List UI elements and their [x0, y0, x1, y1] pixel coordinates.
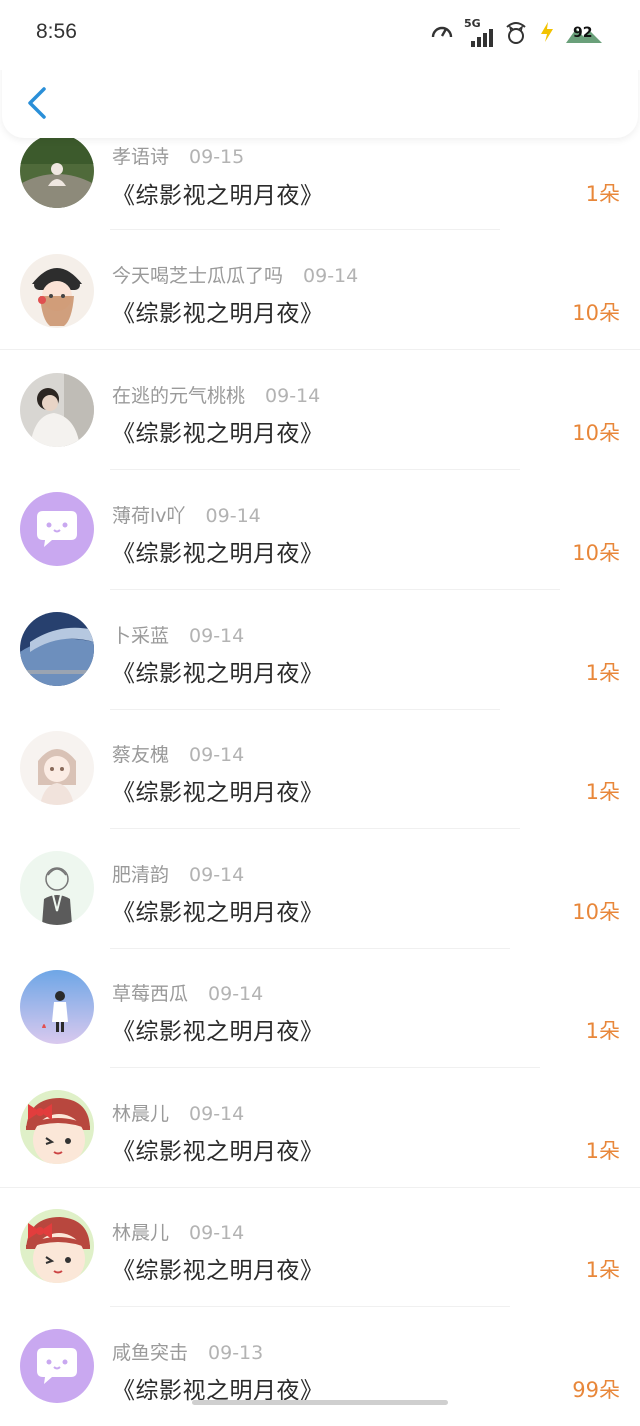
charging-icon: [538, 20, 556, 48]
list-item[interactable]: 薄荷lv吖 09-14 《综影视之明月夜》 10朵: [0, 470, 640, 590]
user-name: 林晨儿: [112, 1222, 170, 1244]
list-item-meta: 在逃的元气桃桃 09-14: [112, 381, 320, 408]
avatar[interactable]: [20, 492, 94, 566]
list-item[interactable]: 林晨儿 09-14 《综影视之明月夜》 1朵: [0, 1187, 640, 1307]
list-item[interactable]: 草莓西瓜 09-14 《综影视之明月夜》 1朵: [0, 948, 640, 1068]
gift-count: 1朵: [585, 182, 620, 206]
list-item[interactable]: 咸鱼突击 09-13 《综影视之明月夜》 99朵: [0, 1307, 640, 1426]
battery-level: 92: [573, 25, 593, 41]
book-title: 《综影视之明月夜》: [112, 541, 324, 567]
book-title: 《综影视之明月夜》: [112, 900, 324, 926]
list-item-meta: 卜采蓝 09-14: [112, 621, 244, 648]
avatar[interactable]: [20, 612, 94, 686]
date: 09-14: [189, 864, 245, 886]
battery-icon: 92: [566, 23, 602, 45]
date: 09-14: [265, 385, 321, 407]
user-name: 薄荷lv吖: [112, 505, 186, 527]
date: 09-14: [303, 265, 359, 287]
gift-count: 10朵: [572, 541, 620, 565]
list-item[interactable]: 蔡友槐 09-14 《综影视之明月夜》 1朵: [0, 709, 640, 829]
gift-count: 1朵: [585, 780, 620, 804]
wifi-cat-icon: [504, 19, 528, 49]
user-name: 孝语诗: [112, 146, 170, 168]
list-item-meta: 蔡友槐 09-14: [112, 740, 244, 767]
list-item[interactable]: 肥清韵 09-14 《综影视之明月夜》 10朵: [0, 829, 640, 949]
user-name: 咸鱼突击: [112, 1342, 189, 1364]
book-title: 《综影视之明月夜》: [112, 780, 324, 806]
avatar[interactable]: [20, 254, 94, 328]
avatar[interactable]: [20, 851, 94, 925]
chat-bubble-icon: [37, 1348, 77, 1384]
avatar[interactable]: [20, 373, 94, 447]
gift-count: 1朵: [585, 1019, 620, 1043]
home-indicator[interactable]: [192, 1400, 448, 1405]
user-name: 在逃的元气桃桃: [112, 385, 246, 407]
book-title: 《综影视之明月夜》: [112, 1139, 324, 1165]
book-title: 《综影视之明月夜》: [112, 1019, 324, 1045]
avatar[interactable]: [20, 1329, 94, 1403]
gift-count: 1朵: [585, 1258, 620, 1282]
book-title: 《综影视之明月夜》: [112, 421, 324, 447]
list-item-meta: 今天喝芝士瓜瓜了吗 09-14: [112, 261, 358, 288]
date: 09-13: [208, 1342, 264, 1364]
date: 09-15: [189, 146, 245, 168]
book-title: 《综影视之明月夜》: [112, 661, 324, 687]
list-item-meta: 草莓西瓜 09-14: [112, 979, 263, 1006]
book-title: 《综影视之明月夜》: [112, 301, 324, 327]
gift-count: 10朵: [572, 900, 620, 924]
gift-count: 1朵: [585, 661, 620, 685]
list-item[interactable]: 在逃的元气桃桃 09-14 《综影视之明月夜》 10朵: [0, 350, 640, 470]
status-bar: 8:56 5G 92: [0, 0, 640, 70]
avatar[interactable]: [20, 970, 94, 1044]
avatar[interactable]: [20, 1090, 94, 1164]
speedometer-icon: [430, 20, 454, 48]
back-button[interactable]: [24, 86, 52, 120]
date: 09-14: [189, 625, 245, 647]
list-item-meta: 林晨儿 09-14: [112, 1218, 244, 1245]
chevron-left-icon: [28, 87, 46, 119]
book-title: 《综影视之明月夜》: [112, 1258, 324, 1284]
nav-bar: [2, 60, 638, 138]
signal-5g-icon: 5G: [464, 17, 494, 49]
list-item-meta: 咸鱼突击 09-13: [112, 1338, 263, 1365]
avatar[interactable]: [20, 134, 94, 208]
user-name: 肥清韵: [112, 864, 170, 886]
date: 09-14: [205, 505, 261, 527]
chat-bubble-icon: [37, 511, 77, 547]
book-title: 《综影视之明月夜》: [112, 183, 324, 209]
list-item-meta: 林晨儿 09-14: [112, 1099, 244, 1126]
date: 09-14: [208, 983, 264, 1005]
user-name: 今天喝芝士瓜瓜了吗: [112, 265, 284, 287]
avatar[interactable]: [20, 731, 94, 805]
list-item-meta: 孝语诗 09-15: [112, 142, 244, 169]
system-icons: 5G 92: [430, 17, 602, 50]
user-name: 蔡友槐: [112, 744, 170, 766]
gift-count: 10朵: [572, 301, 620, 325]
gift-count: 1朵: [585, 1139, 620, 1163]
gift-count: 10朵: [572, 421, 620, 445]
user-name: 草莓西瓜: [112, 983, 189, 1005]
list-item[interactable]: 林晨儿 09-14 《综影视之明月夜》 1朵: [0, 1068, 640, 1188]
list-item[interactable]: 卜采蓝 09-14 《综影视之明月夜》 1朵: [0, 590, 640, 710]
list-item[interactable]: 今天喝芝士瓜瓜了吗 09-14 《综影视之明月夜》 10朵: [0, 230, 640, 350]
date: 09-14: [189, 1103, 245, 1125]
date: 09-14: [189, 744, 245, 766]
user-name: 卜采蓝: [112, 625, 170, 647]
avatar[interactable]: [20, 1209, 94, 1283]
list-item-meta: 肥清韵 09-14: [112, 860, 244, 887]
clock: 8:56: [36, 20, 77, 43]
date: 09-14: [189, 1222, 245, 1244]
list-item-meta: 薄荷lv吖 09-14: [112, 501, 261, 528]
user-name: 林晨儿: [112, 1103, 170, 1125]
gift-count: 99朵: [572, 1378, 620, 1402]
